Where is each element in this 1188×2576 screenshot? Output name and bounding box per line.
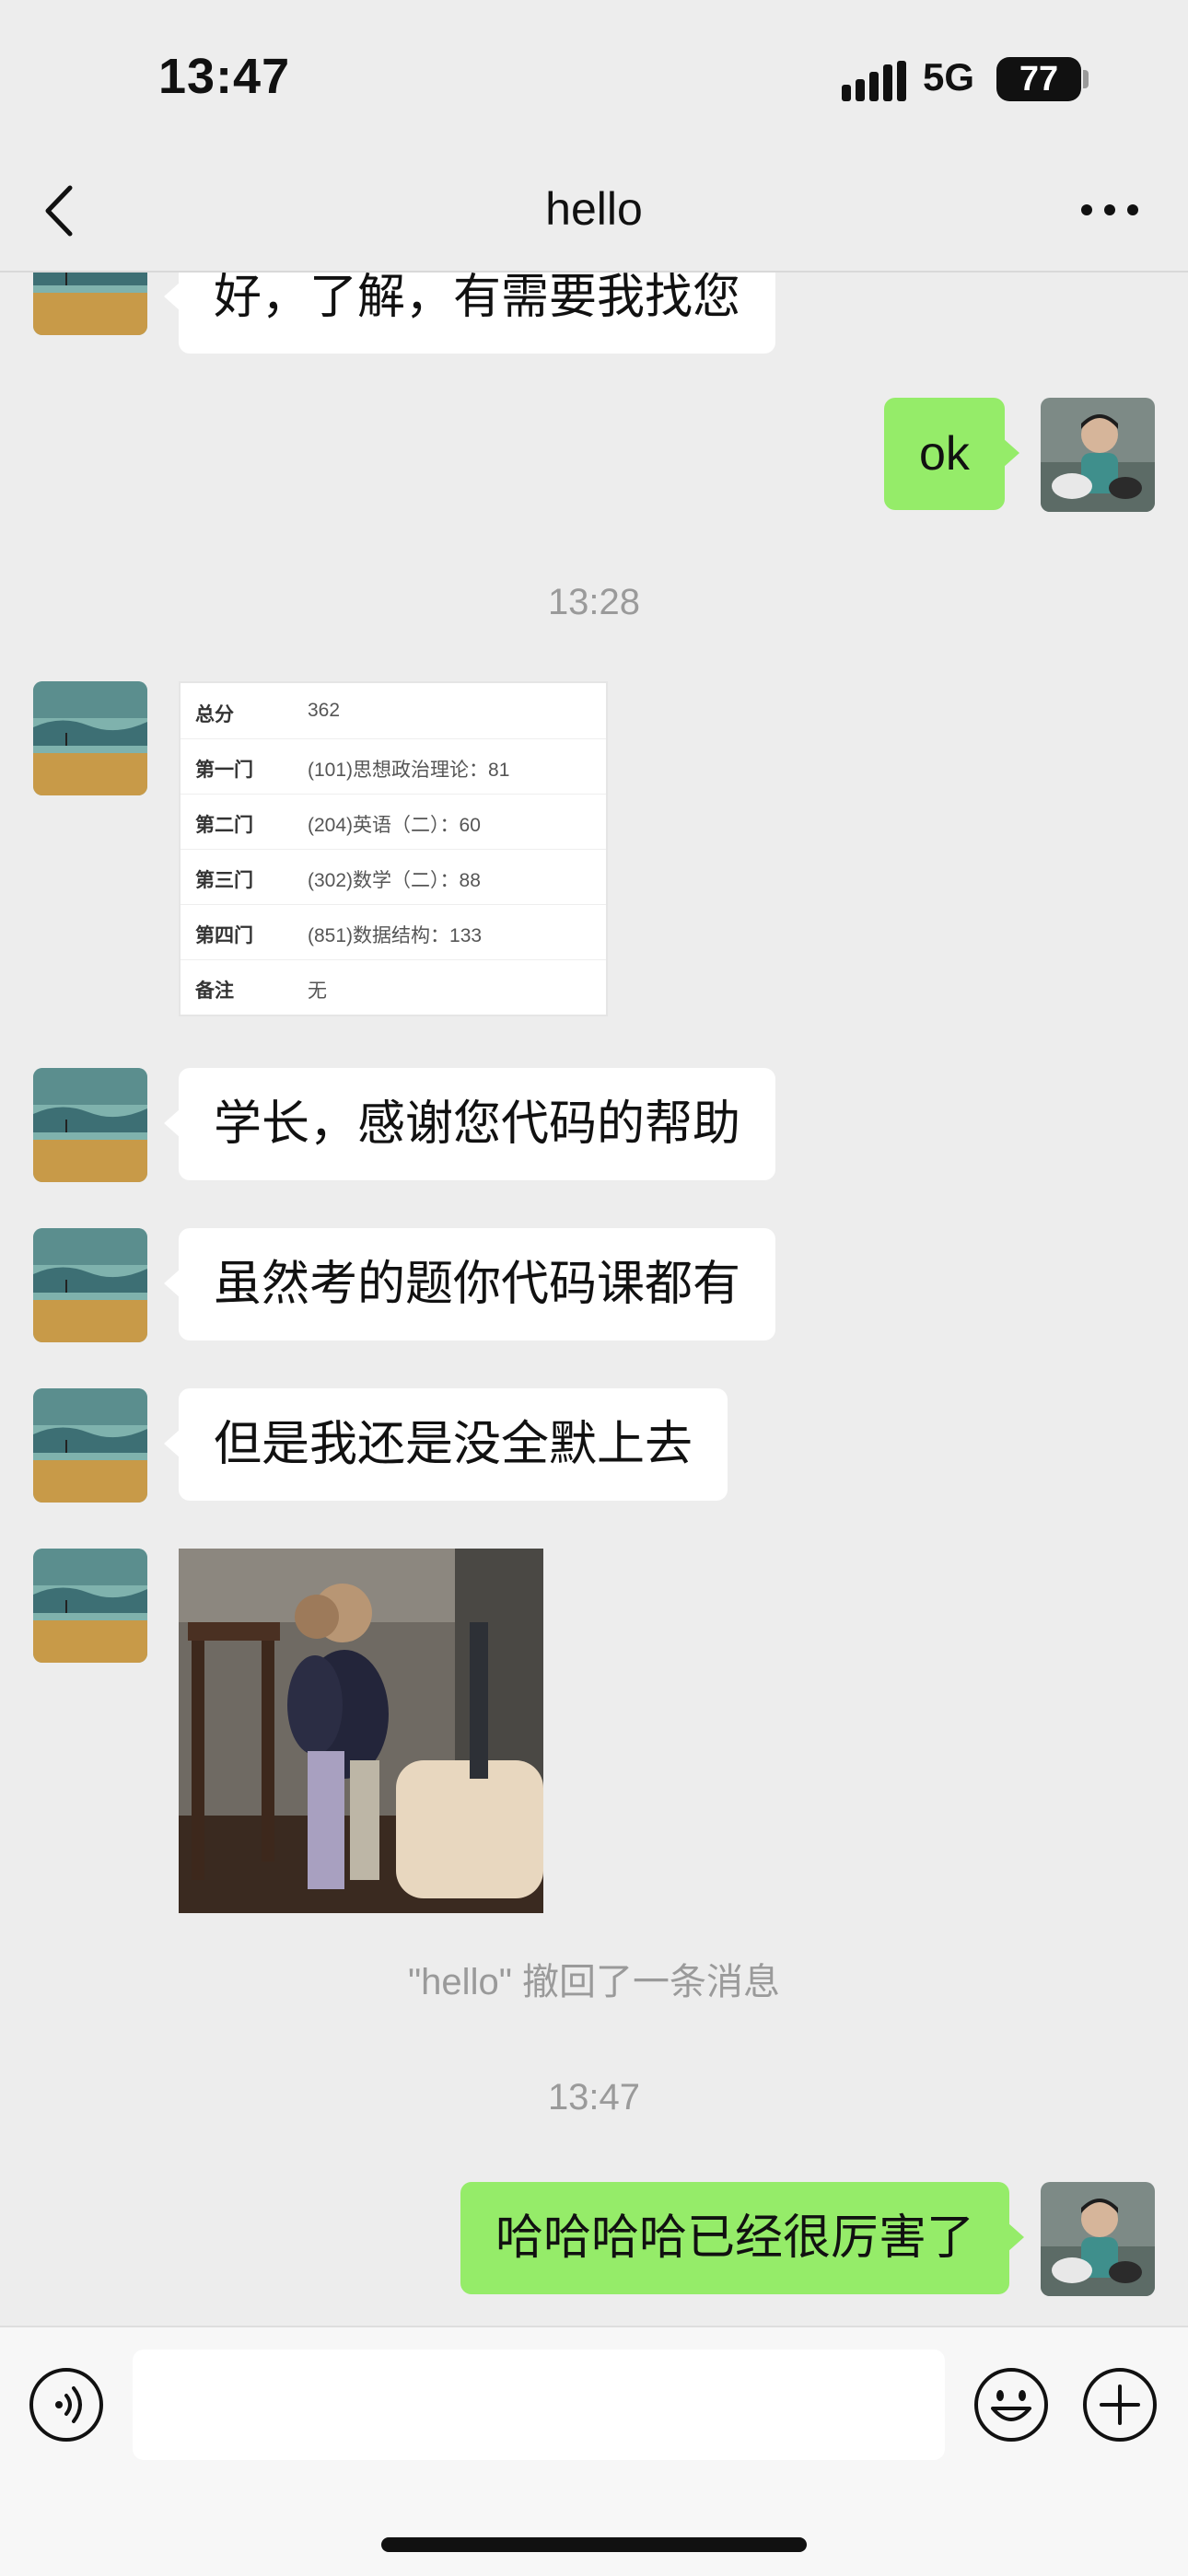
home-indicator[interactable] [381,2537,807,2552]
photo-message[interactable] [179,1549,543,1913]
contact-avatar[interactable] [33,1228,147,1342]
signal-icon [842,61,906,101]
score-row: 第一门 (101)思想政治理论：81 [181,738,606,795]
score-label: 备注 [195,981,234,1002]
message-bubble[interactable]: 虽然考的题你代码课都有 [163,1228,776,1340]
contact-avatar[interactable] [33,1388,147,1503]
score-card-image[interactable]: 总分 362 第一门 (101)思想政治理论：81 第二门 (204)英语（二）… [179,681,608,1016]
score-label: 第一门 [195,760,253,781]
score-label: 第二门 [195,815,253,836]
score-label: 总分 [195,704,234,725]
score-value: (204)英语（二）：60 [308,815,481,836]
score-label: 第四门 [195,925,253,946]
contact-avatar[interactable] [33,1068,147,1182]
score-label: 第三门 [195,870,253,891]
score-row: 备注 无 [181,959,606,1015]
score-value: 无 [308,981,327,1002]
contact-avatar[interactable] [33,681,147,795]
my-avatar[interactable] [1041,398,1155,512]
plus-icon[interactable] [1081,2366,1159,2443]
nav-bar: hello [0,157,1188,273]
contact-avatar[interactable] [33,1549,147,1663]
emoji-icon[interactable] [973,2366,1050,2443]
my-avatar[interactable] [1041,2182,1155,2296]
status-bar: 13:47 5G 77 [0,0,1188,157]
score-value: 362 [308,700,341,721]
message-bubble[interactable]: 学长，感谢您代码的帮助 [163,1068,776,1180]
ellipsis-icon[interactable] [1077,190,1142,230]
message-bubble[interactable]: 哈哈哈哈已经很厉害了 [460,2182,1025,2294]
message-input[interactable] [133,2350,945,2460]
network-label: 5G [923,55,975,99]
message-bubble[interactable]: ok [884,398,1019,510]
battery-level: 77 [1019,59,1059,99]
score-value: (851)数据结构：133 [308,925,483,946]
status-time: 13:47 [158,49,291,104]
contact-avatar[interactable] [33,273,147,335]
message-bubble[interactable]: 但是我还是没全默上去 [163,1388,728,1501]
recall-notice: "hello" 撤回了一条消息 [407,1962,781,2002]
timestamp: 13:47 [547,2077,641,2118]
score-row: 第二门 (204)英语（二）：60 [181,794,606,850]
message-list[interactable]: 好，了解，有需要我找您 ok 13:28 总分 362 第一门 (101)思想政… [0,273,1188,2326]
score-row: 第四门 (851)数据结构：133 [181,904,606,960]
battery-tip [1083,70,1089,88]
score-value: (101)思想政治理论：81 [308,760,510,781]
message-bubble[interactable]: 好，了解，有需要我找您 [163,273,776,354]
voice-icon[interactable] [28,2366,105,2443]
score-row: 第三门 (302)数学（二）：88 [181,849,606,905]
chat-title: hello [545,183,643,235]
score-row: 总分 362 [181,683,606,739]
score-value: (302)数学（二）：88 [308,870,481,891]
battery-icon: 77 [996,57,1081,101]
timestamp: 13:28 [547,582,641,622]
